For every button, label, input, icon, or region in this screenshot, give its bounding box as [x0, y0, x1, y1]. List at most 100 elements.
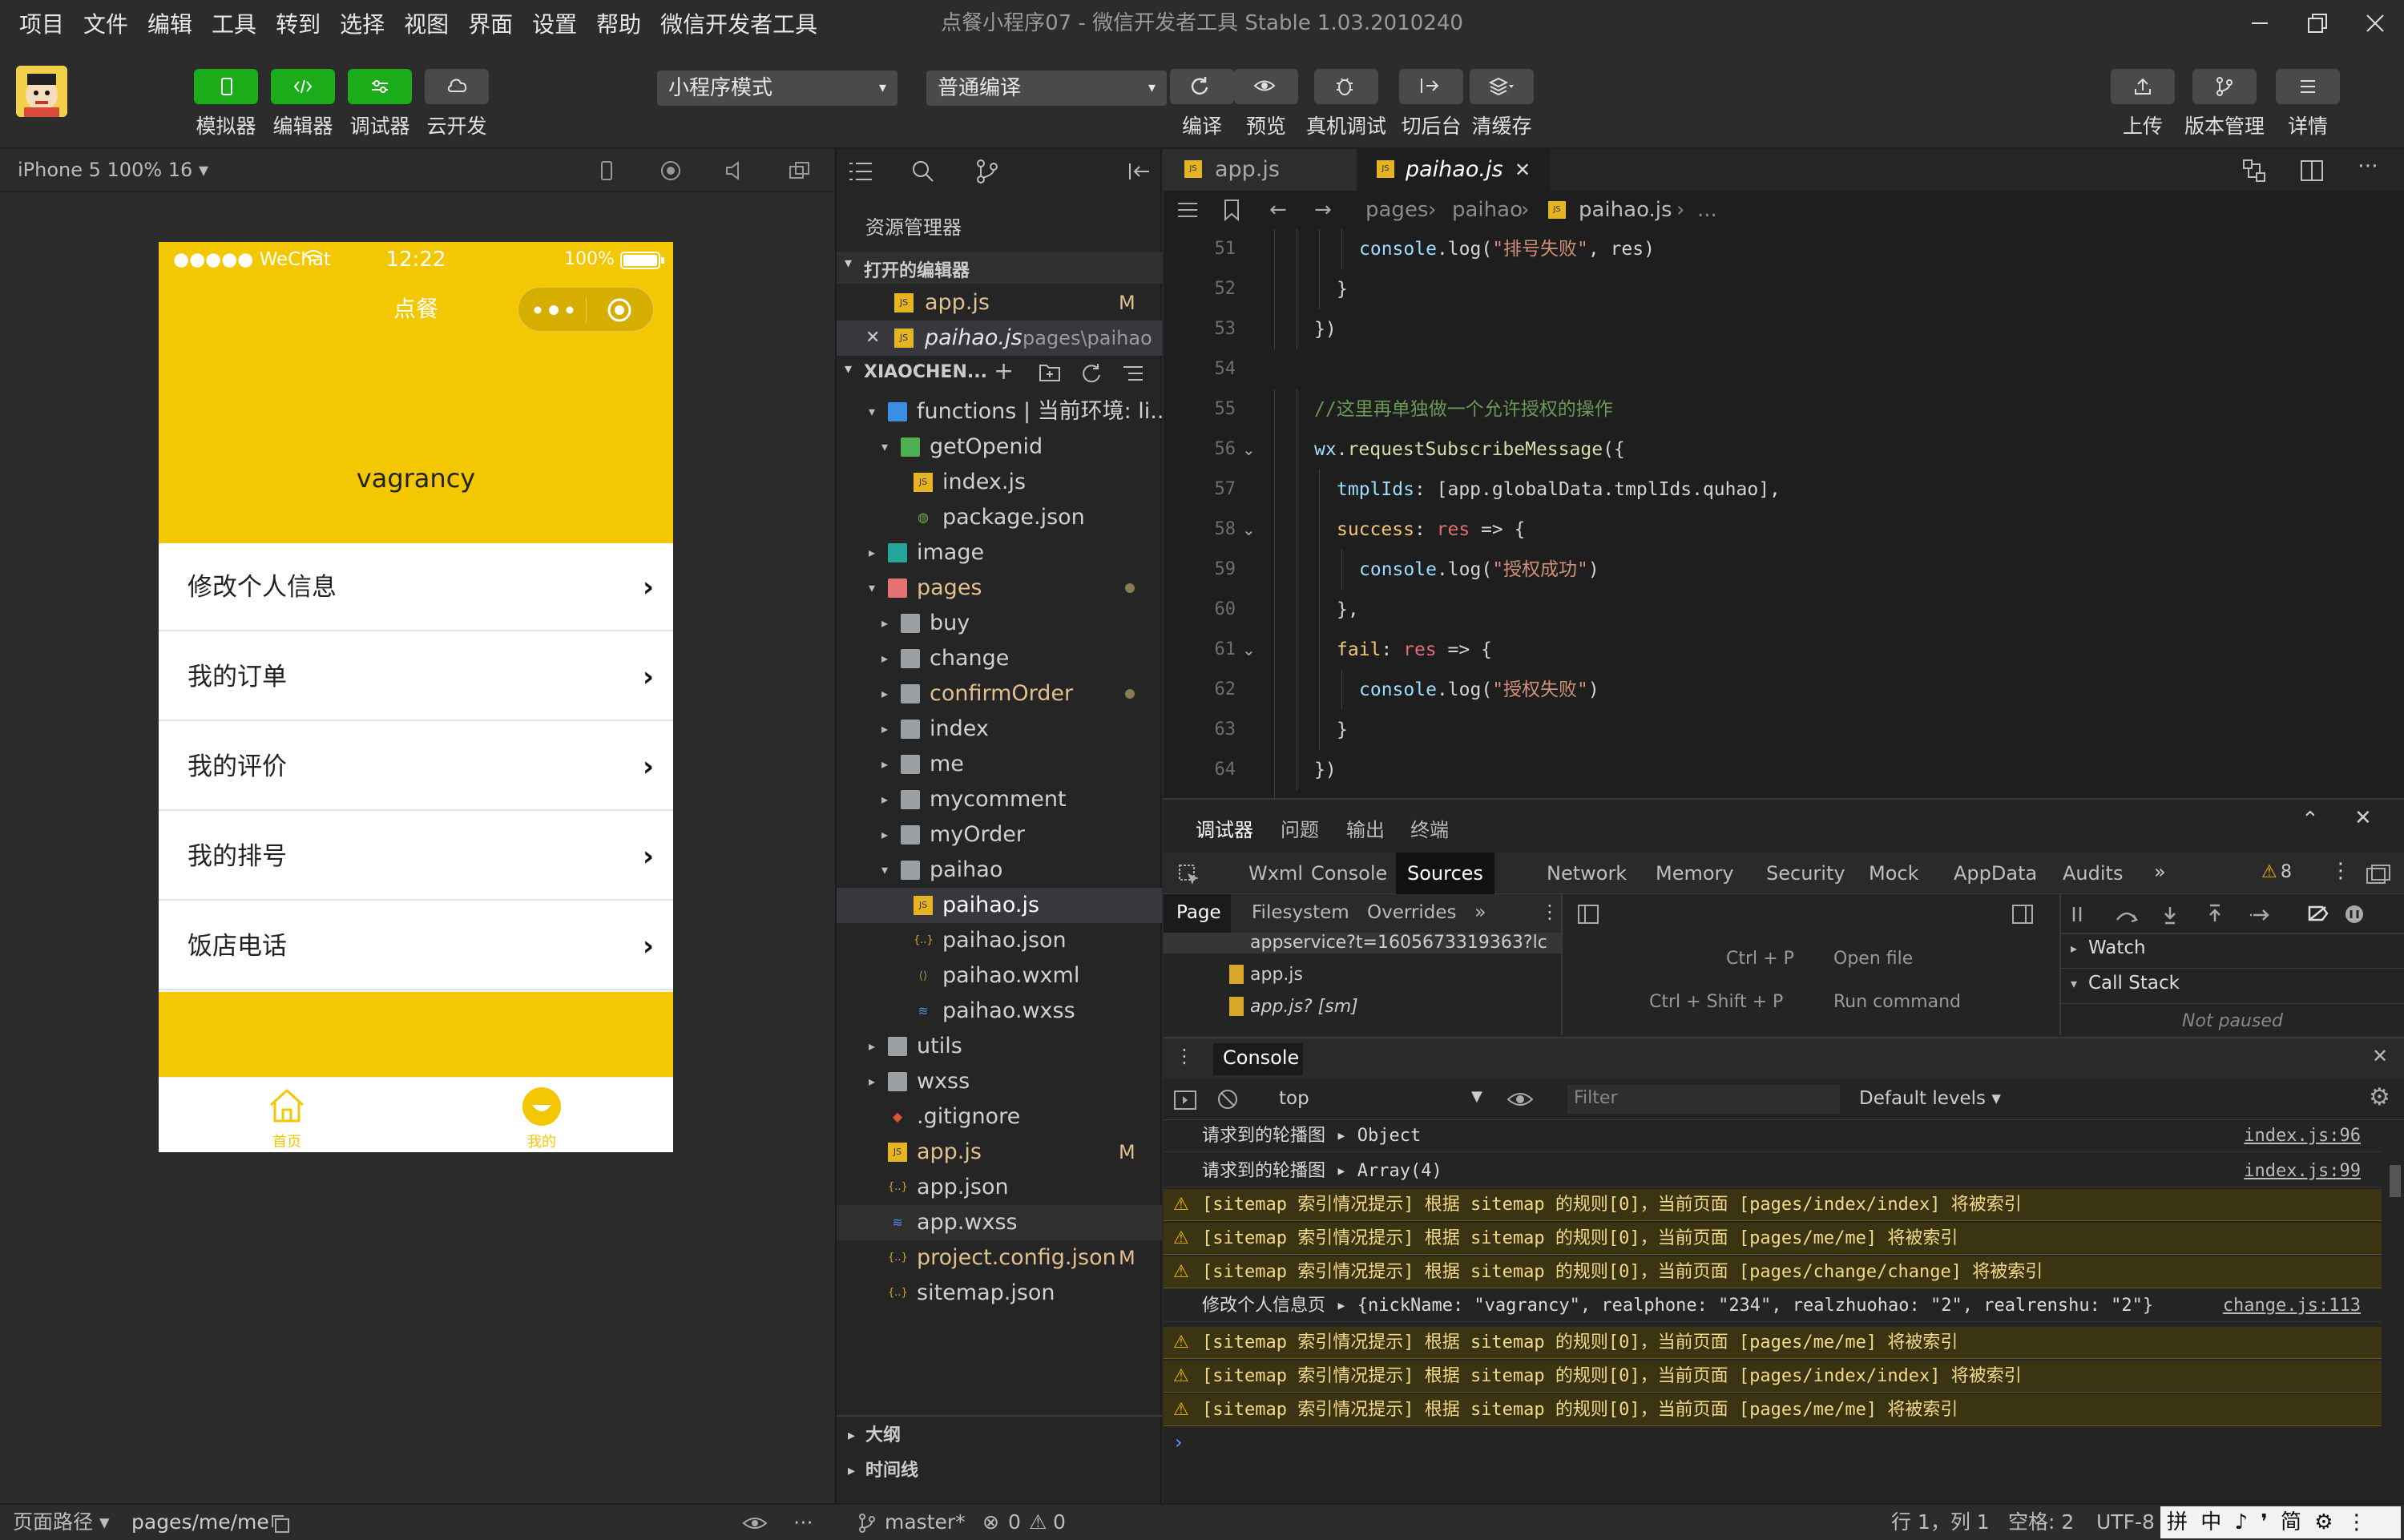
refresh-icon[interactable] — [1080, 362, 1103, 385]
indentation[interactable]: 空格: 2 — [2008, 1505, 2074, 1540]
tree-folder[interactable]: ▸ mycomment — [837, 782, 1162, 817]
avatar[interactable] — [16, 66, 67, 117]
devtools-tab[interactable]: AppData — [1954, 862, 2037, 885]
tree-file[interactable]: ◆ .gitignore — [837, 1099, 1162, 1135]
devtools-tab[interactable]: Network — [1547, 862, 1627, 885]
menu-item[interactable]: 文件 — [83, 7, 128, 39]
toggle-navigator-icon[interactable] — [1577, 904, 1599, 925]
watch-section[interactable]: Watch — [2088, 937, 2146, 958]
collapse-panel-icon[interactable] — [1127, 160, 1152, 183]
source-control-icon[interactable] — [974, 159, 1000, 184]
devtools-tab[interactable]: Audits — [2063, 862, 2123, 885]
volume-icon[interactable] — [724, 160, 745, 181]
more-icon[interactable]: ⋯ — [793, 1505, 813, 1540]
menu-item[interactable]: 编辑 — [147, 7, 192, 39]
prompt-chevron-icon[interactable]: › — [1175, 1431, 1183, 1453]
ime-toolbar[interactable]: 拼 中 ♪ ❜ 简 ⚙ ⋮ — [2160, 1506, 2401, 1538]
tree-folder[interactable]: ▸ buy — [837, 606, 1162, 641]
profile-menu-item[interactable]: 我的订单 › — [159, 633, 673, 721]
tree-file[interactable]: ≋ app.wxss — [837, 1205, 1162, 1240]
popout-icon[interactable] — [789, 160, 811, 181]
tree-folder[interactable]: ▸ change — [837, 641, 1162, 676]
sidebar-toggle-icon[interactable] — [1173, 1090, 1197, 1111]
tree-file[interactable]: {..} paihao.json — [837, 923, 1162, 958]
simulator-button[interactable] — [194, 69, 258, 104]
cloud-button[interactable] — [425, 69, 489, 104]
sources-tab-page[interactable]: Page — [1176, 902, 1221, 923]
chevron-up-icon[interactable]: ⌃ — [2301, 808, 2319, 832]
minimize-button[interactable] — [2234, 0, 2285, 46]
tree-folder[interactable]: ▾ getOpenid — [837, 429, 1162, 465]
background-button[interactable] — [1399, 69, 1463, 104]
devtools-tab[interactable]: Console — [1311, 862, 1387, 885]
fold-chevron-icon[interactable]: ⌄ — [1242, 429, 1256, 470]
kebab-icon[interactable]: ⋮ — [1175, 1045, 1194, 1067]
panel-tab[interactable]: 调试器 — [1196, 814, 1253, 842]
error-count[interactable]: 0 — [1008, 1505, 1021, 1540]
devtools-tab[interactable]: Security — [1766, 862, 1845, 885]
source-link[interactable]: index.js:99 — [2244, 1155, 2361, 1187]
devtools-tab[interactable]: Mock — [1869, 862, 1918, 885]
menu-item[interactable]: 转到 — [276, 7, 321, 39]
source-link[interactable]: change.js:113 — [2223, 1290, 2361, 1322]
source-file[interactable]: app.js? [sm] — [1250, 997, 1358, 1017]
eye-icon[interactable] — [742, 1514, 768, 1532]
tree-file[interactable]: JS paihao.js — [837, 888, 1162, 923]
warning-count[interactable]: 0 — [1053, 1505, 1066, 1540]
tree-file[interactable]: ⟨⟩ paihao.wxml — [837, 958, 1162, 994]
breadcrumb-item[interactable]: pages — [1365, 191, 1428, 229]
list-icon[interactable] — [848, 160, 873, 183]
open-editor-app-js[interactable]: JS app.js M — [837, 285, 1162, 320]
outline-header[interactable]: ▸ 大纲 — [837, 1418, 1162, 1453]
panel-tab[interactable]: 输出 — [1346, 814, 1385, 842]
menu-item[interactable]: 微信开发者工具 — [660, 7, 817, 39]
tree-file[interactable]: JS app.js M — [837, 1135, 1162, 1170]
sources-tab-overrides[interactable]: Overrides — [1367, 902, 1457, 923]
page-path-label[interactable]: 页面路径 ▾ — [13, 1505, 110, 1540]
tree-folder[interactable]: ▾ functions | 当前环境: li... — [837, 394, 1171, 429]
context-select[interactable]: top — [1279, 1088, 1309, 1109]
remote-debug-button[interactable] — [1314, 69, 1378, 104]
phone-rotate-icon[interactable] — [596, 160, 617, 181]
clear-cache-button[interactable] — [1470, 69, 1534, 104]
gear-icon[interactable]: ⚙ — [2369, 1083, 2390, 1111]
forward-arrow-icon[interactable]: → — [1314, 191, 1332, 229]
filter-input[interactable]: Filter — [1567, 1085, 1840, 1114]
list-icon[interactable] — [1176, 200, 1199, 220]
timeline-header[interactable]: ▸ 时间线 — [837, 1453, 1162, 1489]
source-file[interactable]: app.js — [1250, 965, 1303, 985]
menu-item[interactable]: 视图 — [404, 7, 449, 39]
fold-chevron-icon[interactable]: ⌄ — [1242, 630, 1256, 670]
open-editor-paihao-js[interactable]: ✕ JS paihao.js pages\paihao — [837, 320, 1162, 356]
levels-select[interactable]: Default levels ▾ — [1859, 1088, 2001, 1109]
debugger-button[interactable] — [348, 69, 412, 104]
open-editors-header[interactable]: ▾ 打开的编辑器 — [837, 252, 1162, 284]
back-arrow-icon[interactable]: ← — [1269, 191, 1287, 229]
menu-item[interactable]: 界面 — [468, 7, 513, 39]
tree-folder[interactable]: ▸ me — [837, 747, 1162, 782]
collapse-all-icon[interactable] — [1122, 362, 1144, 385]
eye-icon[interactable] — [1507, 1088, 1534, 1111]
breadcrumb-item[interactable]: ... — [1697, 191, 1717, 229]
warning-count[interactable]: 8 — [2281, 862, 2292, 882]
close-window-button[interactable] — [2350, 0, 2401, 46]
new-folder-icon[interactable] — [1039, 362, 1061, 383]
git-branch[interactable]: master* — [885, 1505, 966, 1540]
compile-select[interactable]: 普通编译 ▾ — [926, 71, 1167, 106]
menu-item[interactable]: 帮助 — [596, 7, 641, 39]
more-tabs-icon[interactable]: » — [2154, 861, 2166, 883]
devtools-tab[interactable]: Sources — [1396, 853, 1494, 894]
tab-me[interactable]: 我的 — [510, 1082, 574, 1151]
upload-button[interactable] — [2111, 69, 2175, 104]
tree-file[interactable]: ≋ paihao.wxss — [837, 994, 1162, 1029]
close-icon[interactable]: ✕ — [2372, 1045, 2388, 1067]
mode-select[interactable]: 小程序模式 ▾ — [657, 71, 897, 106]
version-button[interactable] — [2192, 69, 2257, 104]
device-select[interactable]: iPhone 5 100% 16 ▾ — [18, 149, 208, 191]
tab-app-js[interactable]: JS app.js — [1164, 149, 1356, 191]
tree-file[interactable]: {..} app.json — [837, 1170, 1162, 1205]
code-area[interactable]: 51 console.log("排号失败", res) 52} 53}) 54 55//这… — [1164, 229, 2404, 798]
toggle-debugger-icon[interactable] — [2011, 904, 2034, 925]
project-header[interactable]: ▾ XIAOCHEN... + — [837, 357, 1162, 389]
menu-item[interactable]: 选择 — [340, 7, 385, 39]
